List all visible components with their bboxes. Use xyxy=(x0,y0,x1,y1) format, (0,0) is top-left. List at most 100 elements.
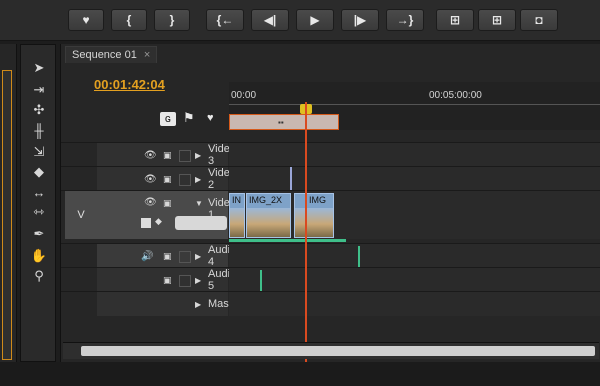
marker-icon[interactable]: ⚑ xyxy=(183,110,195,126)
clip-label: IN xyxy=(232,195,241,205)
work-area-handle[interactable]: ▪▪ xyxy=(278,118,284,127)
mark-in-button[interactable]: { xyxy=(111,9,147,31)
track-lock-box[interactable] xyxy=(179,275,191,287)
lift-button[interactable]: ⊞ xyxy=(436,9,474,31)
track-header-video-2: 👁 ▣ ▶ Video 2 xyxy=(97,167,236,191)
clip-thumbnail xyxy=(247,208,290,237)
speaker-icon[interactable]: 🔊 xyxy=(141,251,153,262)
track-lock-box[interactable] xyxy=(179,174,191,186)
work-area-bar[interactable]: ▪▪ xyxy=(229,114,339,130)
go-to-out-button[interactable]: →} xyxy=(386,9,424,31)
track-lane[interactable] xyxy=(229,268,600,292)
track-video-3: 👁 ▣ ▶ Video 3 xyxy=(61,142,600,167)
track-video-2: 👁 ▣ ▶ Video 2 xyxy=(61,166,600,191)
expand-triangle-icon[interactable]: ▶ xyxy=(195,276,201,285)
keyframe-diamond-icon[interactable]: ◆ xyxy=(155,216,162,227)
expand-triangle-icon[interactable]: ▶ xyxy=(195,175,201,184)
track-header-video-3: 👁 ▣ ▶ Video 3 xyxy=(97,143,236,167)
rolling-edit-tool-icon[interactable]: ╫ xyxy=(29,121,49,139)
play-button[interactable]: ▶ xyxy=(296,9,334,31)
expand-triangle-icon[interactable]: ▶ xyxy=(195,151,201,160)
track-audio-5: ▣ ▶ Audio 5 xyxy=(61,267,600,292)
project-panel-edge xyxy=(0,44,17,362)
video-target-label[interactable]: V xyxy=(65,191,97,239)
set-marker-button[interactable]: ♥ xyxy=(68,9,104,31)
selection-tool-icon[interactable]: ➤ xyxy=(29,59,49,77)
tab-sequence-01[interactable]: Sequence 01 × xyxy=(65,46,158,63)
lock-icon[interactable]: ▣ xyxy=(163,150,172,161)
audio-link-bar xyxy=(229,239,346,242)
track-header-audio-4: 🔊 ▣ ▶ Audio 4 xyxy=(97,244,236,268)
step-forward-button[interactable]: |▶ xyxy=(341,9,379,31)
export-frame-button[interactable]: ◘ xyxy=(520,9,558,31)
zoom-tool-icon[interactable]: ⚲ xyxy=(29,267,49,285)
sequence-timeline-panel: Sequence 01 × 00:01:42:04 ɢ ⚑ ♥ 00:00 00… xyxy=(60,44,600,362)
lock-icon[interactable]: ▣ xyxy=(163,251,172,262)
eye-icon[interactable]: 👁 xyxy=(144,174,157,185)
ruler-start-label: 00:00 xyxy=(231,90,257,101)
eye-icon[interactable]: 👁 xyxy=(144,197,157,208)
collapse-triangle-icon[interactable]: ▼ xyxy=(195,199,203,208)
eye-icon[interactable]: 👁 xyxy=(144,150,157,161)
clip-thumbnail xyxy=(230,208,244,237)
expand-triangle-icon[interactable]: ▶ xyxy=(195,300,201,309)
audio-clip-edge xyxy=(358,246,360,268)
lock-icon[interactable]: ▣ xyxy=(163,275,172,286)
ripple-edit-tool-icon[interactable]: ✣ xyxy=(29,101,49,119)
project-scrollbar[interactable] xyxy=(2,70,12,360)
razor-tool-icon[interactable]: ◆ xyxy=(29,163,49,181)
mark-out-button[interactable]: } xyxy=(154,9,190,31)
track-header-video-1: 👁 ▣ ▼ Video 1 ◆ xyxy=(97,191,236,239)
clip-thumbnail xyxy=(295,208,333,237)
add-marker-icon[interactable]: ♥ xyxy=(207,112,214,124)
pen-tool-icon[interactable]: ✒ xyxy=(29,225,49,243)
opacity-field[interactable] xyxy=(175,216,227,230)
clip-label: IMG xyxy=(309,195,326,205)
hand-tool-icon[interactable]: ✋ xyxy=(29,247,49,265)
slip-tool-icon[interactable]: ↔ xyxy=(29,183,49,201)
mark-in-icon: { xyxy=(126,13,132,27)
export-frame-icon: ◘ xyxy=(535,13,543,27)
track-lock-box[interactable] xyxy=(179,150,191,162)
slide-tool-icon[interactable]: ⇿ xyxy=(29,203,49,221)
ruler-baseline xyxy=(229,104,600,105)
clip[interactable]: IMG xyxy=(294,193,334,238)
close-icon[interactable]: × xyxy=(144,49,150,61)
rate-stretch-tool-icon[interactable]: ⇲ xyxy=(29,143,49,161)
track-lock-box[interactable] xyxy=(179,251,191,263)
track-lane[interactable] xyxy=(229,143,600,167)
go-to-out-icon: →} xyxy=(396,13,414,27)
clip[interactable]: IMG_2X xyxy=(246,193,291,238)
clip-label: IMG_2X xyxy=(249,195,283,205)
lift-icon: ⊞ xyxy=(449,13,461,27)
extract-button[interactable]: ⊞ xyxy=(478,9,516,31)
expand-triangle-icon[interactable]: ▶ xyxy=(195,252,201,261)
lock-icon[interactable]: ▣ xyxy=(163,198,172,209)
track-header-audio-5: ▣ ▶ Audio 5 xyxy=(97,268,236,292)
track-lane[interactable] xyxy=(229,167,600,191)
snap-icon[interactable]: ɢ xyxy=(160,112,176,126)
bottom-strip xyxy=(0,362,600,386)
lock-icon[interactable]: ▣ xyxy=(163,174,172,185)
extract-icon: ⊞ xyxy=(491,13,503,27)
play-icon: ▶ xyxy=(310,13,320,27)
step-back-button[interactable]: ◀| xyxy=(251,9,289,31)
track-audio-4: 🔊 ▣ ▶ Audio 4 xyxy=(61,243,600,268)
ruler-mark-label: 00:05:00:00 xyxy=(429,90,482,101)
transport-controls: ♥ { } {← ◀| ▶ |▶ →} ⊞ ⊞ ◘ xyxy=(0,0,600,41)
go-to-in-icon: {← xyxy=(216,13,234,27)
track-header-master: ▶ Master ⧖ xyxy=(97,292,257,316)
playhead[interactable] xyxy=(305,102,307,362)
set-marker-icon: ♥ xyxy=(82,13,90,27)
clip[interactable]: IN xyxy=(229,193,245,238)
track-lane[interactable] xyxy=(229,244,600,268)
scrollbar-thumb[interactable] xyxy=(81,346,595,356)
current-timecode[interactable]: 00:01:42:04 xyxy=(94,77,165,92)
track-select-tool-icon[interactable]: ⇥ xyxy=(29,81,49,99)
track-lane[interactable] xyxy=(229,292,600,316)
mark-out-icon: } xyxy=(169,13,175,27)
go-to-in-button[interactable]: {← xyxy=(206,9,244,31)
step-back-icon: ◀| xyxy=(263,13,277,27)
keyframe-toggle[interactable] xyxy=(141,218,151,228)
horizontal-scrollbar[interactable] xyxy=(63,342,599,359)
